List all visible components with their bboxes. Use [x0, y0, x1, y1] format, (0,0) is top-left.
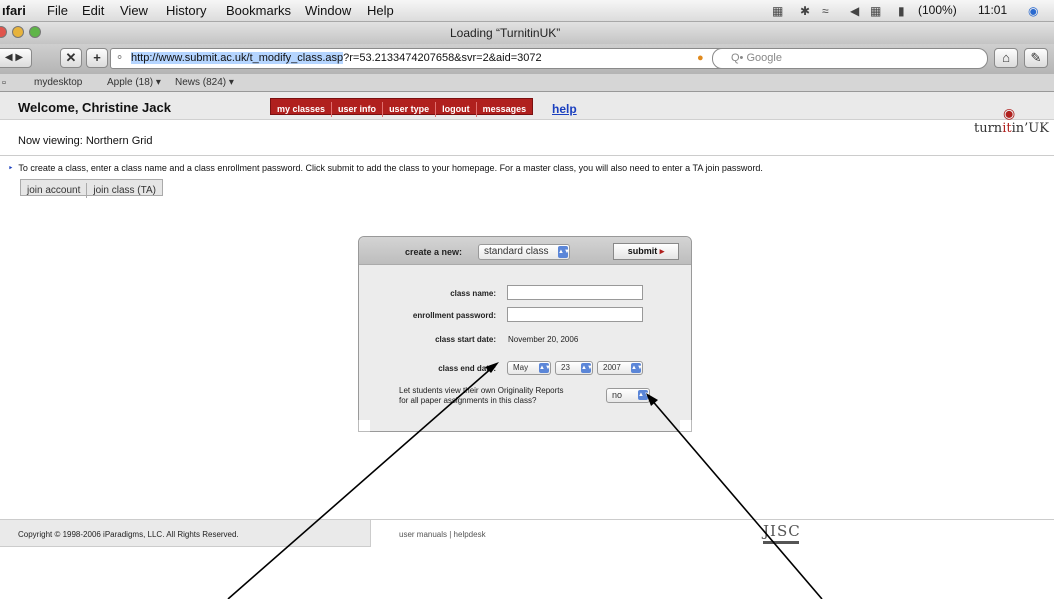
end-month-select[interactable]: May ▲▼: [507, 361, 551, 375]
add-bookmark-icon[interactable]: +: [86, 48, 108, 68]
url-query-text: ?r=53.2133474207658&svr=2&aid=3072: [343, 52, 542, 64]
nav-messages[interactable]: messages: [477, 102, 533, 117]
window-title: Loading “TurnitinUK”: [450, 26, 561, 40]
clock[interactable]: 11:01: [978, 3, 1007, 17]
panel-corner-right: [680, 420, 692, 432]
bookmarks-bar: ▫ mydesktop Apple (18) ▾ News (824) ▾: [0, 74, 1054, 92]
select-arrows-icon: ▲▼: [631, 363, 643, 373]
instructions-text: ‣ To create a class, enter a class name …: [8, 163, 763, 173]
search-field[interactable]: Q• Google: [712, 48, 988, 69]
nav-user-info[interactable]: user info: [332, 102, 384, 117]
site-footer: Copyright © 1998-2006 iParadigms, LLC. A…: [0, 519, 1054, 547]
select-arrows-icon: ▲▼: [581, 363, 593, 373]
jisc-logo: JISC: [763, 522, 800, 544]
originality-reports-select[interactable]: no ▲▼: [606, 388, 650, 403]
panel-corner-left: [358, 420, 370, 432]
minimize-window-icon[interactable]: [12, 26, 24, 38]
flag-icon[interactable]: ▦: [870, 4, 881, 18]
class-name-input[interactable]: [507, 285, 643, 300]
originality-question-line2: for all paper assignments in this class?: [399, 396, 537, 405]
browser-toolbar: ◀ ▶ ✕ + ⚬ http://www.submit.ac.uk/t_modi…: [0, 44, 1054, 74]
enrollment-password-input[interactable]: [507, 307, 643, 322]
main-navigation: my classes user info user type logout messag…: [270, 98, 534, 117]
create-class-panel: create a new: standard class ▲▼ submit ▸ …: [358, 236, 692, 432]
back-forward-icon[interactable]: ◀ ▶: [0, 48, 32, 68]
menu-help[interactable]: Help: [367, 3, 394, 18]
class-start-date-value: November 20, 2006: [508, 335, 579, 344]
end-day-select[interactable]: 23 ▲▼: [555, 361, 593, 375]
footer-links[interactable]: user manuals | helpdesk: [399, 530, 486, 539]
site-icon: ⚬: [115, 52, 125, 64]
zoom-window-icon[interactable]: [29, 26, 41, 38]
create-new-label: create a new:: [405, 247, 463, 257]
wifi-icon[interactable]: ≈: [822, 4, 829, 18]
safari-window: ıfari File Edit View History Bookmarks W…: [0, 0, 1054, 599]
menu-window[interactable]: Window: [305, 3, 351, 18]
bookmarks-book-icon[interactable]: ▫: [2, 77, 6, 89]
bookmark-news[interactable]: News (824) ▾: [175, 77, 234, 88]
class-type-select[interactable]: standard class ▲▼: [478, 244, 570, 260]
stop-icon[interactable]: ✕: [60, 48, 82, 68]
select-arrows-icon: ▲▼: [558, 246, 570, 258]
now-viewing-text: Now viewing: Northern Grid: [18, 135, 153, 147]
select-arrows-icon: ▲▼: [539, 363, 551, 373]
menu-bar: ıfari File Edit View History Bookmarks W…: [0, 0, 1054, 22]
nav-my-classes[interactable]: my classes: [271, 102, 333, 117]
script-menu-icon[interactable]: ▦: [772, 4, 783, 18]
app-menu[interactable]: ıfari: [2, 3, 26, 18]
select-arrows-icon: ▲▼: [638, 390, 650, 400]
site-header: Welcome, Christine Jack my classes user i…: [0, 92, 1054, 120]
class-name-label: class name:: [450, 289, 496, 298]
originality-question-line1: Let students view their own Originality …: [399, 386, 564, 395]
spotlight-icon[interactable]: ◉: [1028, 4, 1038, 18]
address-bar[interactable]: ⚬ http://www.submit.ac.uk/t_modify_class…: [110, 48, 734, 69]
end-year-select[interactable]: 2007 ▲▼: [597, 361, 643, 375]
menu-view[interactable]: View: [120, 3, 148, 18]
header-divider: [0, 155, 1054, 156]
bullet-icon: ‣: [8, 163, 14, 173]
tab-join-class-ta[interactable]: join class (TA): [87, 183, 162, 198]
logo-wordmark: turnitin’UK: [974, 121, 1049, 136]
help-link[interactable]: help: [552, 102, 577, 116]
tab-join-account[interactable]: join account: [21, 183, 88, 198]
menu-history[interactable]: History: [166, 3, 206, 18]
title-bar: Loading “TurnitinUK”: [0, 22, 1054, 44]
footer-links-area: user manuals | helpdesk JISC: [370, 520, 1054, 547]
search-placeholder: Q• Google: [731, 52, 782, 64]
nav-logout[interactable]: logout: [436, 102, 477, 117]
submit-arrow-icon: ▸: [659, 246, 665, 256]
volume-icon[interactable]: ◀: [850, 4, 859, 18]
bookmark-apple[interactable]: Apple (18) ▾: [107, 77, 161, 88]
class-end-date-label: class end date:: [438, 364, 496, 373]
home-icon[interactable]: ⌂: [994, 48, 1018, 68]
menu-edit[interactable]: Edit: [82, 3, 104, 18]
edit-bookmark-icon[interactable]: ✎: [1024, 48, 1048, 68]
turnitin-uk-logo: ◉ turnitin’UK: [970, 105, 1054, 147]
copyright-text: Copyright © 1998-2006 iParadigms, LLC. A…: [18, 530, 239, 539]
rss-icon[interactable]: ●: [697, 52, 704, 64]
battery-percent: (100%): [918, 3, 957, 17]
class-start-date-label: class start date:: [435, 335, 496, 344]
url-selected-text: http://www.submit.ac.uk/t_modify_class.a…: [131, 52, 344, 64]
bluetooth-icon[interactable]: ✱: [800, 4, 810, 18]
welcome-text: Welcome, Christine Jack: [18, 100, 171, 115]
sub-tabs: join account join class (TA): [20, 179, 163, 198]
enrollment-password-label: enrollment password:: [412, 311, 496, 320]
bookmark-mydesktop[interactable]: mydesktop: [34, 77, 82, 88]
submit-button[interactable]: submit ▸: [613, 243, 679, 260]
logo-swirl-icon: ◉: [1003, 105, 1016, 121]
menu-bookmarks[interactable]: Bookmarks: [226, 3, 291, 18]
nav-user-type[interactable]: user type: [383, 102, 437, 117]
battery-icon[interactable]: ▮: [898, 4, 905, 18]
menu-file[interactable]: File: [47, 3, 68, 18]
close-window-icon[interactable]: [0, 26, 7, 38]
